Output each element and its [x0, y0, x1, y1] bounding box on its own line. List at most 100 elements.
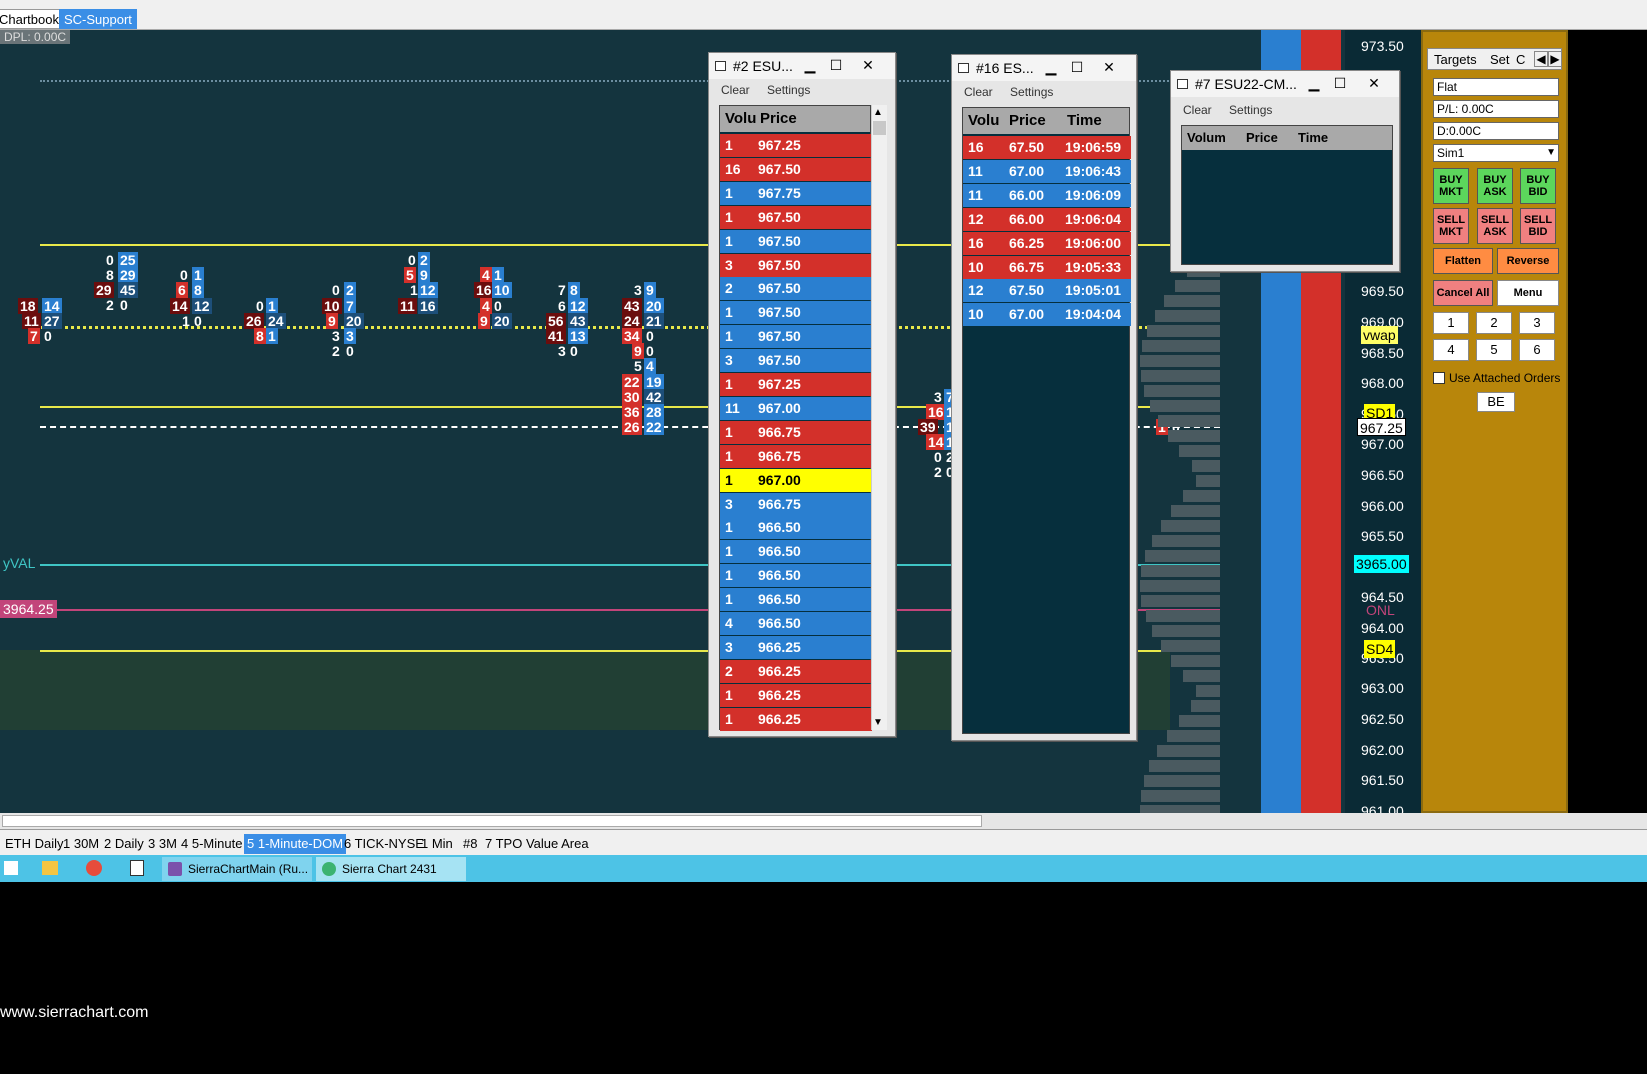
chart-tab[interactable]: 4 5-Minute — [178, 834, 245, 854]
time-sales-row[interactable]: 16 66.25 19:06:00 — [963, 231, 1131, 255]
account-select[interactable]: Sim1 ▼ — [1433, 144, 1559, 162]
tab-scroll-left-icon[interactable]: ◀ — [1534, 51, 1548, 67]
dom-row[interactable]: 1 966.50 — [720, 540, 872, 564]
clear-menu[interactable]: Clear — [721, 83, 750, 97]
dom-row[interactable]: 2 967.50 — [720, 277, 872, 301]
dom-row[interactable]: 1 967.75 — [720, 181, 872, 205]
dom-row[interactable]: 1 967.00 — [720, 468, 872, 492]
settings-menu[interactable]: Settings — [767, 83, 810, 97]
time-sales-row[interactable]: 11 67.00 19:06:43 — [963, 159, 1131, 183]
dom-row[interactable]: 3 967.50 — [720, 253, 872, 277]
time-sales-row[interactable]: 16 67.50 19:06:59 — [963, 136, 1131, 159]
dom-row[interactable]: 1 966.25 — [720, 683, 872, 707]
quantity-button[interactable]: 5 — [1476, 339, 1512, 361]
maximize-icon[interactable]: ☐ — [1064, 57, 1090, 77]
chart-tab[interactable]: 1 30M — [60, 834, 102, 854]
dom-row[interactable]: 4 966.50 — [720, 612, 872, 635]
chart-horizontal-scrollbar[interactable] — [0, 813, 1647, 829]
dom-row[interactable]: 1 966.50 — [720, 516, 872, 540]
file-explorer-icon[interactable] — [42, 861, 58, 875]
chart-tab[interactable]: 6 TICK-NYSE — [341, 834, 427, 854]
tab-c[interactable]: C — [1516, 52, 1525, 67]
use-attached-orders-checkbox[interactable] — [1433, 372, 1445, 384]
tab-scroll-right-icon[interactable]: ▶ — [1548, 51, 1562, 67]
dom-row[interactable]: 3 966.25 — [720, 635, 872, 659]
tab-targets[interactable]: Targets — [1434, 52, 1477, 67]
quantity-button[interactable]: 1 — [1433, 312, 1469, 334]
clear-menu[interactable]: Clear — [964, 85, 993, 99]
dom-row[interactable]: 11 967.00 — [720, 396, 872, 420]
minimize-icon[interactable]: ▁ — [1301, 73, 1327, 93]
dom-row[interactable]: 1 967.50 — [720, 229, 872, 253]
time-sales-row[interactable]: 11 66.00 19:06:09 — [963, 183, 1131, 207]
window-icon — [958, 63, 969, 73]
reverse-button[interactable]: Reverse — [1497, 248, 1559, 274]
scroll-thumb[interactable] — [2, 815, 982, 827]
chart-tab[interactable]: 2 Daily — [101, 834, 147, 854]
dom-row[interactable]: 1 967.25 — [720, 373, 872, 396]
dom-row[interactable]: 1 966.50 — [720, 564, 872, 588]
flatten-button[interactable]: Flatten — [1433, 248, 1493, 274]
chart-tab[interactable]: 1 Min — [418, 834, 456, 854]
close-icon[interactable]: ✕ — [1096, 57, 1122, 77]
dom-row[interactable]: 1 967.50 — [720, 301, 872, 325]
dom-window-2-scrollbar[interactable]: ▲ ▼ — [871, 105, 887, 730]
chart-tab[interactable]: #8 — [460, 834, 480, 854]
tab-set[interactable]: Set — [1490, 52, 1510, 67]
time-sales-row[interactable]: 10 66.75 19:05:33 — [963, 255, 1131, 279]
close-icon[interactable]: ✕ — [1361, 73, 1387, 93]
cancel-all-button[interactable]: Cancel All — [1433, 280, 1493, 306]
taskbar-item-sierrachart[interactable]: Sierra Chart 2431 SC-... — [316, 857, 466, 900]
sell-market-button[interactable]: SELL MKT — [1433, 208, 1469, 244]
dom-window-2-title-text: #2 ESU... — [733, 58, 793, 74]
chart-tab[interactable]: 7 TPO Value Area — [482, 834, 592, 854]
time-sales-row[interactable]: 12 66.00 19:06:04 — [963, 207, 1131, 231]
dom-row[interactable]: 1 966.25 — [720, 707, 872, 731]
quantity-button[interactable]: 2 — [1476, 312, 1512, 334]
quantity-button[interactable]: 6 — [1519, 339, 1555, 361]
dom-row[interactable]: 2 966.25 — [720, 659, 872, 683]
quantity-button[interactable]: 4 — [1433, 339, 1469, 361]
time-sales-row[interactable]: 12 67.50 19:05:01 — [963, 279, 1131, 303]
dom-row[interactable]: 3 967.50 — [720, 349, 872, 373]
chart-tab[interactable]: 3 3M — [145, 834, 180, 854]
dom-row[interactable]: 1 967.50 — [720, 325, 872, 349]
dom-row[interactable]: 16 967.50 — [720, 157, 872, 181]
taskbar-item-sierrachartmain[interactable]: SierraChartMain (Ru... — [162, 857, 312, 881]
buy-ask-button[interactable]: BUY ASK — [1477, 168, 1513, 204]
scroll-down-icon[interactable]: ▼ — [873, 717, 883, 728]
buy-bid-button[interactable]: BUY BID — [1520, 168, 1556, 204]
dom-row[interactable]: 1 967.50 — [720, 205, 872, 229]
chart-tab[interactable]: 5 1-Minute-DOM — [244, 834, 347, 854]
chartbook-tab-active[interactable]: SC-Support — [59, 9, 137, 29]
notepad-icon[interactable] — [130, 860, 144, 876]
minimize-icon[interactable]: ▁ — [1038, 57, 1064, 77]
settings-menu[interactable]: Settings — [1229, 103, 1272, 117]
time-sales-window-7-title[interactable]: #7 ESU22-CM... ▁ ☐ ✕ — [1171, 71, 1399, 97]
close-icon[interactable]: ✕ — [855, 55, 881, 75]
dom-row[interactable]: 1 967.25 — [720, 134, 872, 157]
menu-button[interactable]: Menu — [1497, 280, 1559, 306]
dom-window-2-title[interactable]: #2 ESU... ▁ ☐ ✕ — [709, 53, 895, 79]
scroll-up-icon[interactable]: ▲ — [873, 107, 883, 118]
be-button[interactable]: BE — [1477, 392, 1515, 412]
chart-tab[interactable]: ETH Daily — [2, 834, 67, 854]
maximize-icon[interactable]: ☐ — [823, 55, 849, 75]
dom-row[interactable]: 1 966.75 — [720, 444, 872, 468]
maximize-icon[interactable]: ☐ — [1327, 73, 1353, 93]
sell-bid-button[interactable]: SELL BID — [1520, 208, 1556, 244]
time-sales-window-16-title[interactable]: #16 ES... ▁ ☐ ✕ — [952, 55, 1136, 81]
clear-menu[interactable]: Clear — [1183, 103, 1212, 117]
time-sales-row[interactable]: 10 67.00 19:04:04 — [963, 303, 1131, 327]
minimize-icon[interactable]: ▁ — [797, 55, 823, 75]
chrome-icon[interactable] — [86, 860, 102, 876]
dom-row[interactable]: 3 966.75 — [720, 492, 872, 516]
settings-menu[interactable]: Settings — [1010, 85, 1053, 99]
sell-ask-button[interactable]: SELL ASK — [1477, 208, 1513, 244]
quantity-button[interactable]: 3 — [1519, 312, 1555, 334]
windows-start-icon[interactable] — [4, 861, 18, 875]
dom-row[interactable]: 1 966.50 — [720, 588, 872, 612]
scroll-thumb[interactable] — [873, 121, 886, 135]
dom-row[interactable]: 1 966.75 — [720, 420, 872, 444]
buy-market-button[interactable]: BUY MKT — [1433, 168, 1469, 204]
